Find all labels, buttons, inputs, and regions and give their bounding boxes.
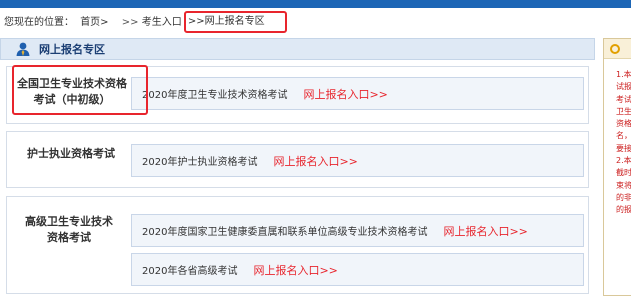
category-label: 高级卫生专业技术 资格考试 — [7, 214, 131, 246]
notice-line: 2.本 — [616, 156, 631, 166]
exam-row: 2020年各省高级考试 网上报名入口>> — [131, 253, 584, 286]
highlight-box — [12, 65, 148, 115]
notice-line: 考试 — [616, 94, 631, 104]
register-link[interactable]: 网上报名入口>> — [443, 223, 527, 239]
notice-text: 1.本 试报 考试 卫生 资格 名， 要接 2.本 截时 束将 的非 的报 — [604, 59, 631, 217]
exam-category-nurse: 护士执业资格考试 2020年护士执业资格考试 网上报名入口>> — [6, 131, 589, 188]
breadcrumb-separator: >> — [121, 17, 139, 28]
exam-row: 2020年度卫生专业技术资格考试 网上报名入口>> — [131, 77, 584, 110]
panel-title: 网上报名专区 — [39, 43, 105, 56]
register-link[interactable]: 网上报名入口>> — [303, 86, 387, 102]
exam-category-senior: 高级卫生专业技术 资格考试 2020年度国家卫生健康委直属和联系单位高级专业技术… — [6, 196, 589, 294]
panel-header: 网上报名专区 — [0, 38, 595, 60]
breadcrumb-separator: >> — [187, 16, 205, 27]
category-label-line: 高级卫生专业技术 — [25, 215, 113, 228]
notice-line: 要接 — [616, 143, 631, 153]
breadcrumb-current: 网上报名专区 — [204, 16, 265, 27]
notice-line: 1.本 — [616, 70, 631, 79]
category-label-line: 资格考试 — [47, 231, 91, 244]
exam-name: 2020年度卫生专业技术资格考试 — [142, 90, 288, 101]
breadcrumb-current-highlight: >>网上报名专区 — [183, 11, 287, 33]
breadcrumb-prefix: 您现在的位置： — [4, 17, 74, 28]
exam-row: 2020年度国家卫生健康委直属和联系单位高级专业技术资格考试 网上报名入口>> — [131, 214, 584, 247]
notice-line: 试报 — [616, 82, 631, 92]
register-link[interactable]: 网上报名入口>> — [253, 262, 337, 278]
notice-line: 束将 — [616, 180, 631, 190]
notice-line: 资格 — [616, 119, 631, 129]
notice-header — [604, 39, 631, 59]
notice-line: 的报 — [616, 205, 631, 215]
notice-line: 卫生 — [616, 106, 631, 116]
notice-side-panel: 1.本 试报 考试 卫生 资格 名， 要接 2.本 截时 束将 的非 的报 — [603, 38, 631, 296]
notice-line: 截时 — [616, 168, 631, 178]
notice-line: 名， — [616, 131, 631, 141]
breadcrumb: 您现在的位置： 首页> >> 考生入口 >>网上报名专区 — [0, 11, 287, 33]
notice-line: 的非 — [616, 192, 631, 202]
exam-name: 2020年护士执业资格考试 — [142, 157, 258, 168]
exam-name: 2020年各省高级考试 — [142, 266, 238, 277]
category-label: 护士执业资格考试 — [7, 146, 135, 162]
exam-row: 2020年护士执业资格考试 网上报名入口>> — [131, 144, 584, 177]
breadcrumb-home-link[interactable]: 首页> — [80, 13, 108, 33]
breadcrumb-candidate-link[interactable]: 考生入口 — [142, 13, 182, 33]
person-icon — [16, 42, 30, 56]
circle-icon — [610, 44, 620, 54]
top-bar — [0, 0, 631, 8]
exam-name: 2020年度国家卫生健康委直属和联系单位高级专业技术资格考试 — [142, 227, 428, 238]
register-link[interactable]: 网上报名入口>> — [273, 153, 357, 169]
category-label-line: 护士执业资格考试 — [27, 147, 115, 160]
